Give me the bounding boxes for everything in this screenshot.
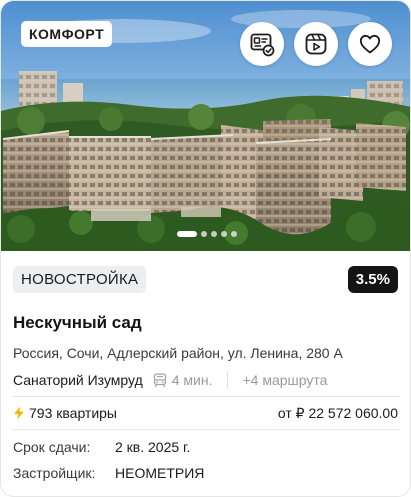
carousel-dot[interactable] — [200, 231, 207, 237]
video-button[interactable] — [294, 22, 338, 66]
completion-value: 2 кв. 2025 г. — [115, 439, 191, 455]
certificate-button[interactable] — [240, 22, 284, 66]
flats-count-row: 793 квартиры — [13, 404, 117, 422]
video-reel-icon — [305, 33, 327, 55]
price-from: от ₽ 22 572 060.00 — [277, 405, 398, 421]
certificate-check-icon — [250, 33, 275, 57]
travel-time: 4 мин. — [171, 372, 213, 388]
bolt-icon — [14, 406, 24, 420]
carousel-dot[interactable] — [230, 231, 237, 237]
property-card[interactable]: КОМФОРТ НОВОСТРОЙКА 3.5% Нескучный сад Р… — [0, 0, 411, 497]
developer-value[interactable]: НЕОМЕТРИЯ — [115, 464, 204, 482]
heart-icon — [359, 34, 381, 54]
station-name: Санаторий Изумруд — [13, 372, 143, 388]
separator — [226, 372, 228, 388]
developer-label: Застройщик: — [13, 465, 96, 481]
carousel-indicator[interactable] — [1, 230, 410, 238]
carousel-dot[interactable] — [210, 231, 217, 237]
completion-label: Срок сдачи: — [13, 439, 91, 455]
more-routes-link[interactable]: +4 маршрута — [243, 372, 328, 388]
rate-badge: 3.5% — [347, 266, 398, 293]
carousel-dot[interactable] — [220, 231, 227, 237]
carousel-dot-active[interactable] — [176, 231, 197, 237]
divider — [13, 396, 400, 397]
status-tag: НОВОСТРОЙКА — [13, 266, 147, 293]
favorite-button[interactable] — [348, 22, 392, 66]
flats-count: 793 квартиры — [29, 405, 117, 421]
divider — [13, 429, 400, 430]
property-photo[interactable]: КОМФОРТ — [1, 1, 410, 251]
class-badge: КОМФОРТ — [21, 21, 113, 47]
station-row: Санаторий Изумруд 4 мин. +4 маршрута — [13, 371, 327, 389]
property-title[interactable]: Нескучный сад — [13, 313, 142, 333]
transit-icon — [153, 372, 166, 387]
property-address: Россия, Сочи, Адлерский район, ул. Ленин… — [13, 345, 343, 361]
